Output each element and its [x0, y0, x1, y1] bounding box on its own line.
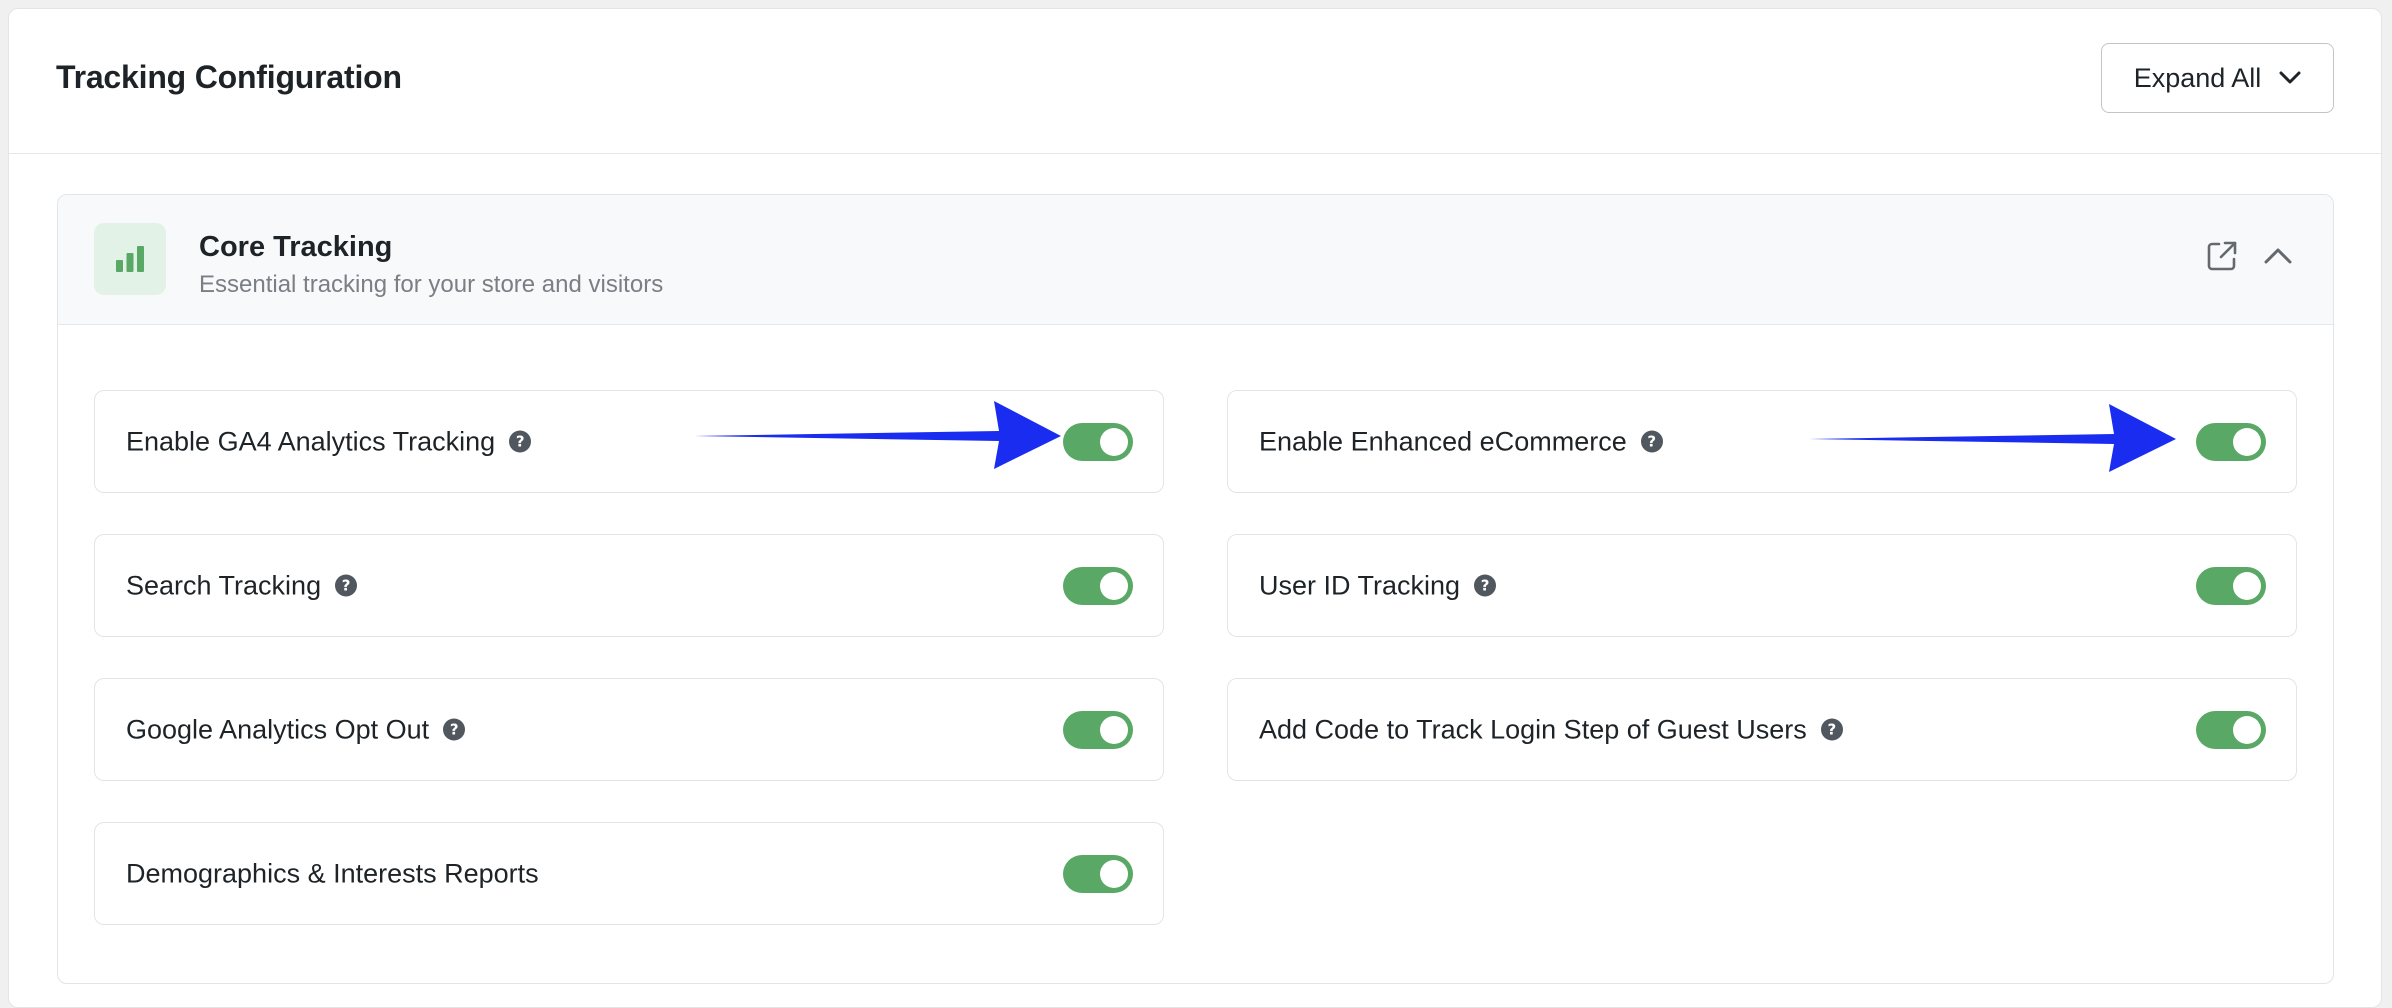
help-icon[interactable]: ? — [1820, 718, 1843, 741]
setting-card-enhanced-ecommerce: Enable Enhanced eCommerce ? — [1227, 390, 2297, 493]
setting-card-ga-opt-out: Google Analytics Opt Out ? — [94, 678, 1164, 781]
setting-label: Search Tracking — [126, 570, 322, 600]
bar-chart-icon — [94, 223, 166, 295]
section-header[interactable]: Core Tracking Essential tracking for you… — [58, 195, 2333, 325]
setting-label: Demographics & Interests Reports — [126, 858, 539, 888]
demographics-reports-toggle[interactable] — [1063, 854, 1133, 893]
panel-header: Tracking Configuration Expand All — [9, 9, 2381, 154]
user-id-tracking-toggle[interactable] — [2196, 566, 2266, 605]
chevron-down-icon — [2279, 71, 2301, 85]
setting-card-ga4-tracking: Enable GA4 Analytics Tracking ? — [94, 390, 1164, 493]
ga-opt-out-toggle[interactable] — [1063, 710, 1133, 749]
setting-card-demographics-reports: Demographics & Interests Reports — [94, 822, 1164, 925]
ga4-tracking-toggle[interactable] — [1063, 422, 1133, 461]
core-tracking-section: Core Tracking Essential tracking for you… — [57, 194, 2334, 984]
toggle-knob — [1100, 859, 1128, 888]
toggle-knob — [1100, 571, 1128, 600]
setting-label: User ID Tracking — [1259, 570, 1461, 600]
section-title: Core Tracking — [199, 231, 393, 263]
page-title: Tracking Configuration — [56, 59, 402, 95]
search-tracking-toggle[interactable] — [1063, 566, 1133, 605]
tracking-configuration-panel: Tracking Configuration Expand All Core T… — [8, 8, 2382, 1008]
expand-all-label: Expand All — [2133, 62, 2262, 93]
guest-login-tracking-toggle[interactable] — [2196, 710, 2266, 749]
setting-label: Add Code to Track Login Step of Guest Us… — [1259, 714, 1807, 744]
toggle-knob — [2233, 571, 2261, 600]
setting-label: Google Analytics Opt Out — [126, 714, 430, 744]
toggle-knob — [2233, 715, 2261, 744]
chevron-up-icon[interactable] — [2263, 246, 2293, 271]
external-link-icon[interactable] — [2205, 239, 2239, 278]
section-subtitle: Essential tracking for your store and vi… — [199, 271, 664, 298]
help-icon[interactable]: ? — [443, 718, 466, 741]
setting-card-guest-login-tracking: Add Code to Track Login Step of Guest Us… — [1227, 678, 2297, 781]
setting-card-search-tracking: Search Tracking ? — [94, 534, 1164, 637]
help-icon[interactable]: ? — [509, 430, 532, 453]
enhanced-ecommerce-toggle[interactable] — [2196, 422, 2266, 461]
help-icon[interactable]: ? — [1640, 430, 1663, 453]
toggle-knob — [1100, 715, 1128, 744]
toggle-knob — [2233, 427, 2261, 456]
toggle-knob — [1100, 427, 1128, 456]
help-icon[interactable]: ? — [335, 574, 358, 597]
setting-card-user-id-tracking: User ID Tracking ? — [1227, 534, 2297, 637]
help-icon[interactable]: ? — [1474, 574, 1497, 597]
setting-label: Enable GA4 Analytics Tracking — [126, 426, 496, 456]
setting-label: Enable Enhanced eCommerce — [1259, 426, 1627, 456]
expand-all-button[interactable]: Expand All — [2101, 43, 2334, 113]
